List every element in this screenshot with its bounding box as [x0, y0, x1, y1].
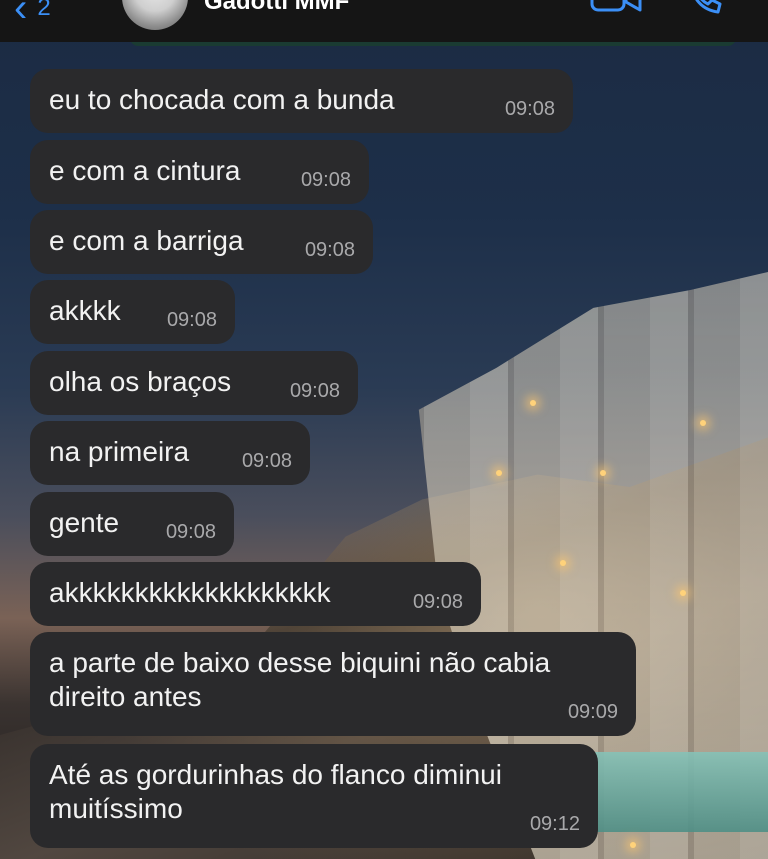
message-text: akkkkkkkkkkkkkkkkkkk: [49, 577, 331, 608]
message-text: eu to chocada com a bunda: [49, 84, 395, 115]
message-bubble[interactable]: e com a cintura 09:08: [30, 140, 369, 204]
video-camera-icon[interactable]: [590, 0, 642, 14]
message-time: 09:12: [529, 813, 580, 835]
message-bubble[interactable]: e com a barriga 09:08: [30, 210, 373, 274]
message-time: 09:08: [304, 239, 355, 261]
message-bubble[interactable]: a parte de baixo desse biquini não cabia…: [30, 632, 636, 736]
message-text: Até as gordurinhas do flanco diminui mui…: [49, 759, 502, 824]
message-bubble[interactable]: akkkk 09:08: [30, 280, 235, 344]
message-time: 09:08: [300, 169, 351, 191]
contact-name[interactable]: Gadotti MMF: [204, 0, 349, 14]
back-button[interactable]: ‹ 2: [14, 0, 51, 28]
message-time: 09:08: [165, 521, 216, 543]
message-list: eu to chocada com a bunda 09:08 e com a …: [0, 0, 768, 859]
message-bubble[interactable]: Até as gordurinhas do flanco diminui mui…: [30, 744, 598, 848]
chat-header: ‹ 2 Gadotti MMF: [0, 0, 768, 42]
message-time: 09:08: [504, 98, 555, 120]
message-time: 09:09: [567, 701, 618, 723]
message-bubble[interactable]: akkkkkkkkkkkkkkkkkkk 09:08: [30, 562, 481, 626]
message-time: 09:08: [289, 380, 340, 402]
message-bubble[interactable]: na primeira 09:08: [30, 421, 310, 485]
message-bubble[interactable]: olha os braços 09:08: [30, 351, 358, 415]
message-time: 09:08: [166, 309, 217, 331]
message-bubble[interactable]: eu to chocada com a bunda 09:08: [30, 69, 573, 133]
phone-icon[interactable]: [688, 0, 724, 16]
message-bubble[interactable]: gente 09:08: [30, 492, 234, 556]
chevron-left-icon: ‹: [14, 0, 28, 30]
message-time: 09:08: [412, 591, 463, 613]
avatar[interactable]: [122, 0, 188, 30]
message-text: a parte de baixo desse biquini não cabia…: [49, 647, 551, 712]
message-time: 09:08: [241, 450, 292, 472]
unread-count: 2: [37, 0, 51, 21]
